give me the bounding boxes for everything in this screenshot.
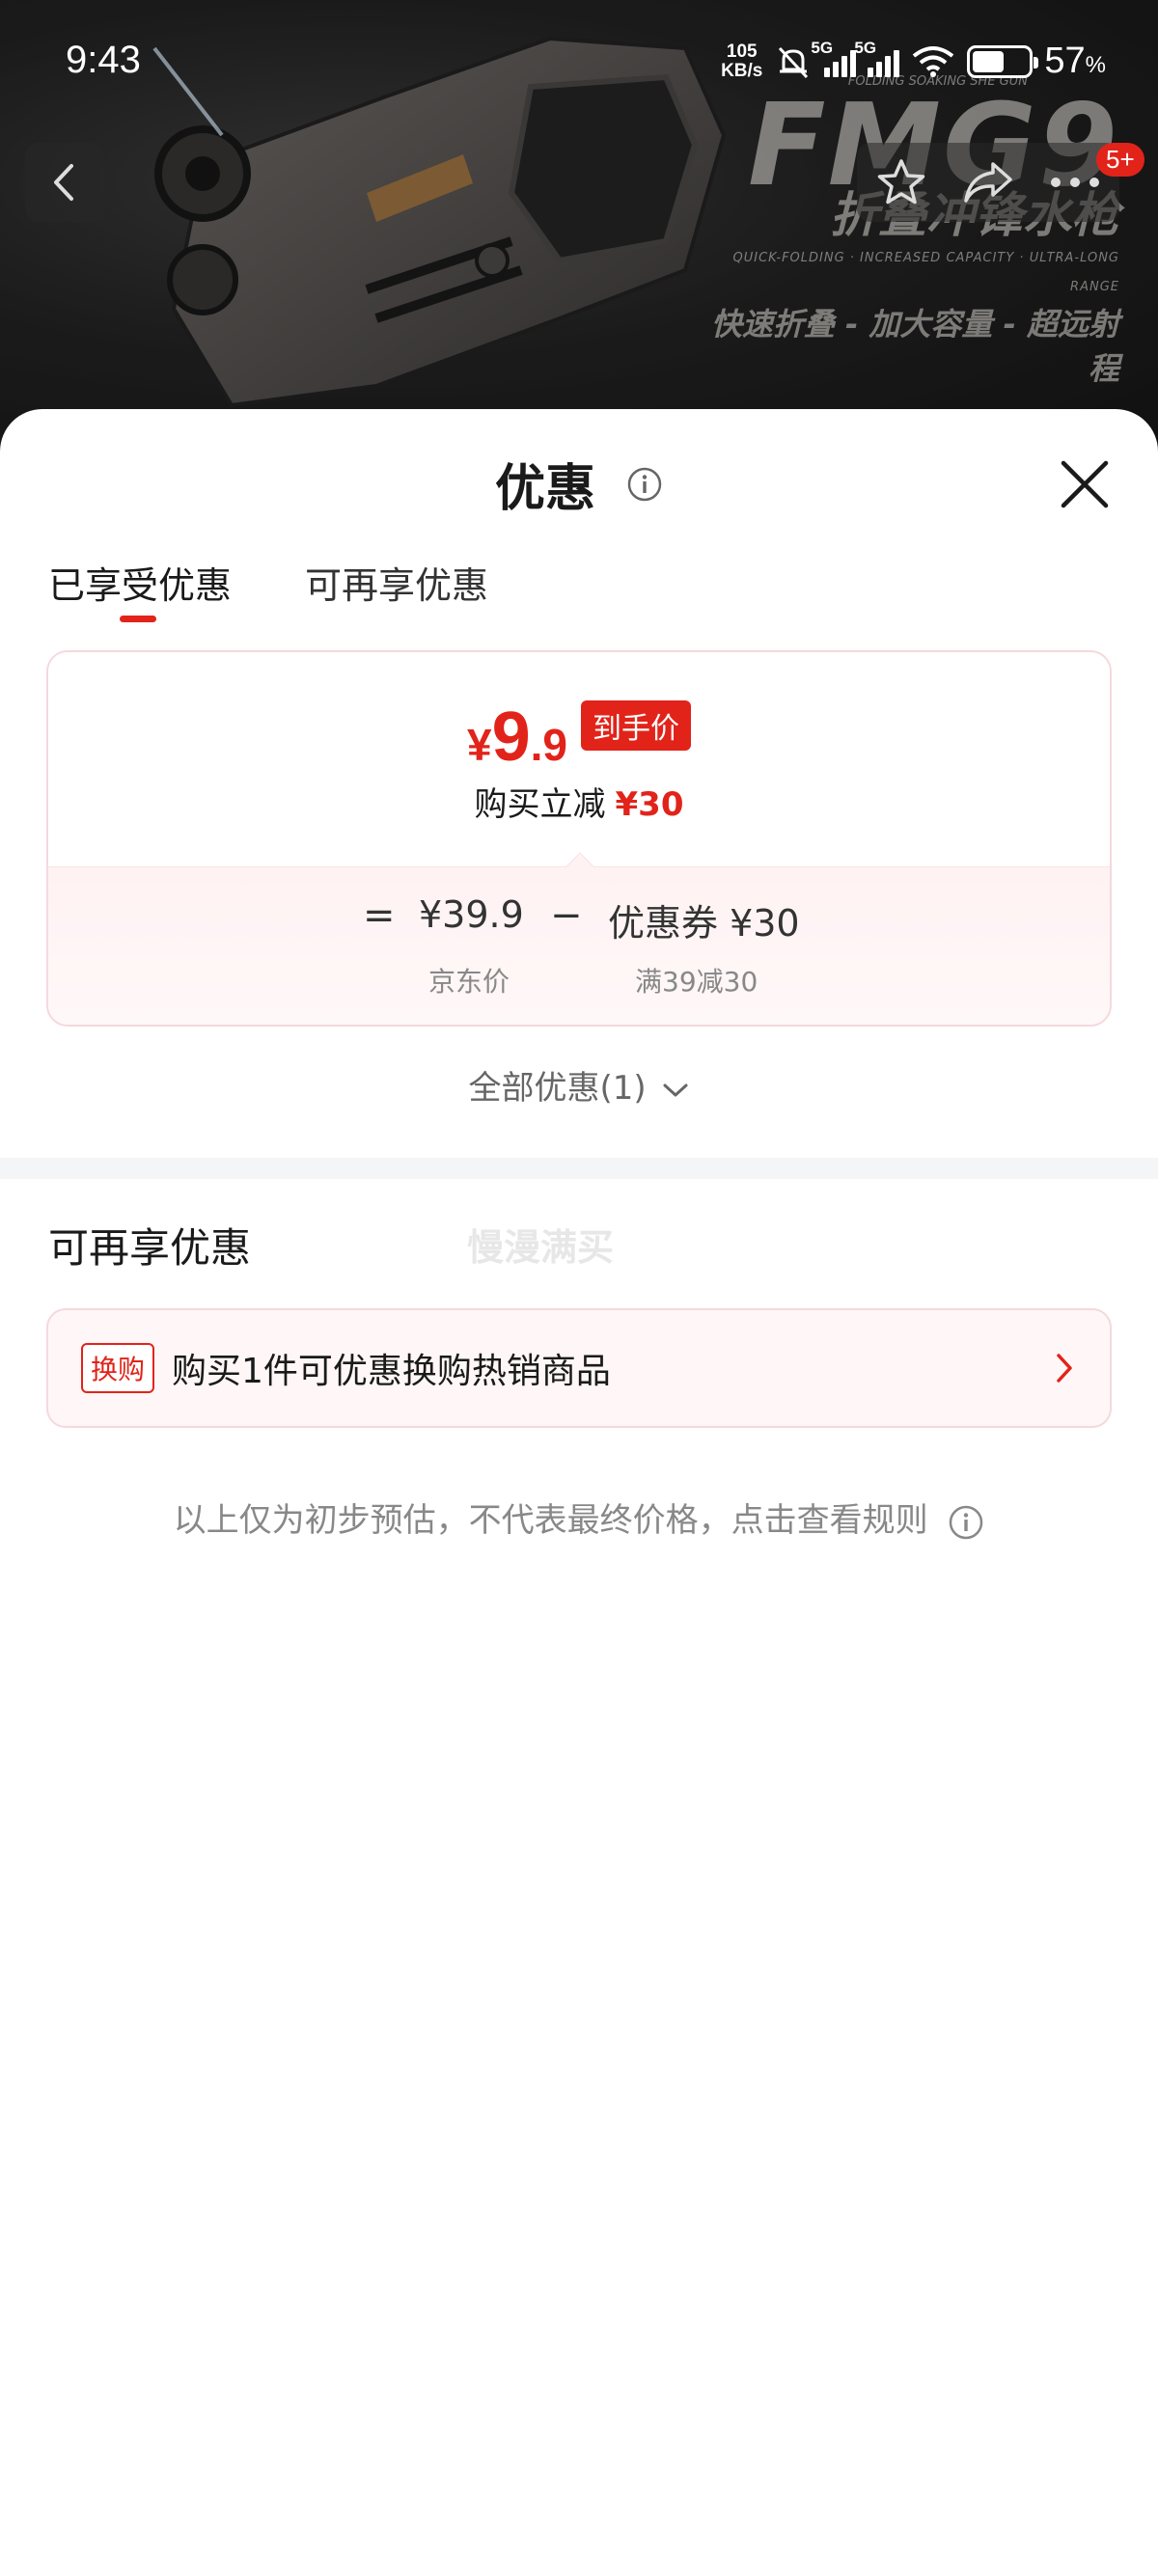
- signal-1-icon: 5G: [811, 39, 857, 77]
- coupon-condition: 满39减30: [635, 966, 758, 998]
- info-icon: [950, 1505, 983, 1539]
- back-icon: [54, 164, 73, 201]
- hero-product-en: QUICK-FOLDING · INCREASED CAPACITY · ULT…: [732, 251, 1119, 294]
- tab-more-available[interactable]: 可再享优惠: [305, 556, 488, 623]
- signal-2-icon: 5G: [854, 39, 900, 77]
- battery-percent: 57%: [1044, 41, 1106, 81]
- header-actions: [857, 143, 1119, 222]
- battery-icon: [967, 44, 1039, 78]
- hero-promo-text: FOLDING SOAKING SHE GUN FMG9 折叠冲锋水枪 QUIC…: [695, 74, 1119, 391]
- section-divider: [0, 1158, 1158, 1179]
- share-icon: [964, 162, 1012, 203]
- minus-sign: −: [550, 893, 583, 938]
- coupon-value: 优惠券 ¥30: [608, 902, 800, 945]
- exchange-offer-text: 购买1件可优惠换购热销商品: [172, 1352, 611, 1391]
- watermark-text: 慢漫满买: [467, 1226, 615, 1269]
- hero-features: 快速折叠 - 加大容量 - 超远射程: [710, 306, 1119, 387]
- instant-discount: 购买立减 ¥30: [474, 785, 684, 824]
- more-icon: [1051, 178, 1099, 187]
- network-speed: 105 KB/s: [721, 41, 763, 81]
- all-offers-toggle[interactable]: 全部优惠(1): [0, 1061, 1158, 1109]
- price-breakdown-card: ¥9.9 到手价 购买立减 ¥30 = ¥39.9 − 优惠券 ¥30 京东价 满…: [46, 650, 1112, 1027]
- more-offers-title: 可再享优惠: [48, 1224, 252, 1272]
- final-price-area: ¥9.9 到手价 购买立减 ¥30: [48, 652, 1110, 866]
- equals-sign: =: [363, 893, 396, 938]
- star-icon: [877, 159, 925, 205]
- active-tab-indicator: [120, 616, 156, 622]
- discount-sheet: 优惠 已享受优惠 可再享优惠 ¥9.9 到手价 购买立减 ¥30 = ¥39.9…: [0, 409, 1158, 2576]
- exchange-offer-row[interactable]: 换购 购买1件可优惠换购热销商品: [46, 1308, 1112, 1428]
- final-price-row: ¥9.9 到手价: [48, 700, 1110, 772]
- wifi-icon: [913, 45, 954, 77]
- sheet-title: 优惠: [0, 448, 1158, 520]
- close-icon[interactable]: [1058, 457, 1112, 511]
- final-price: ¥9.9: [466, 699, 567, 776]
- share-button[interactable]: [945, 143, 1032, 222]
- price-rules-note[interactable]: 以上仅为初步预估，不代表最终价格，点击查看规则: [0, 1494, 1158, 1541]
- cart-count-badge: 5+: [1096, 143, 1144, 177]
- price-formula-area: [48, 866, 1110, 1025]
- favorite-button[interactable]: [858, 143, 945, 222]
- status-time: 9:43: [66, 39, 141, 81]
- back-button[interactable]: [25, 143, 104, 222]
- final-price-tag: 到手价: [581, 700, 691, 751]
- status-icons: 105 KB/s 5G 5G 57%: [721, 39, 1106, 82]
- exchange-tag: 换购: [81, 1343, 155, 1393]
- discount-tabs: 已享受优惠 可再享优惠: [48, 556, 488, 623]
- chevron-right-icon: [1057, 1354, 1072, 1383]
- jd-price-label: 京东价: [428, 966, 510, 998]
- jd-price: ¥39.9: [419, 893, 524, 936]
- bell-muted-icon: [779, 46, 809, 78]
- tab-enjoyed[interactable]: 已享受优惠: [48, 556, 232, 623]
- info-icon[interactable]: [626, 466, 663, 503]
- chevron-down-icon: [663, 1083, 688, 1096]
- status-bar: 9:43 105 KB/s 5G 5G 57%: [0, 0, 1158, 133]
